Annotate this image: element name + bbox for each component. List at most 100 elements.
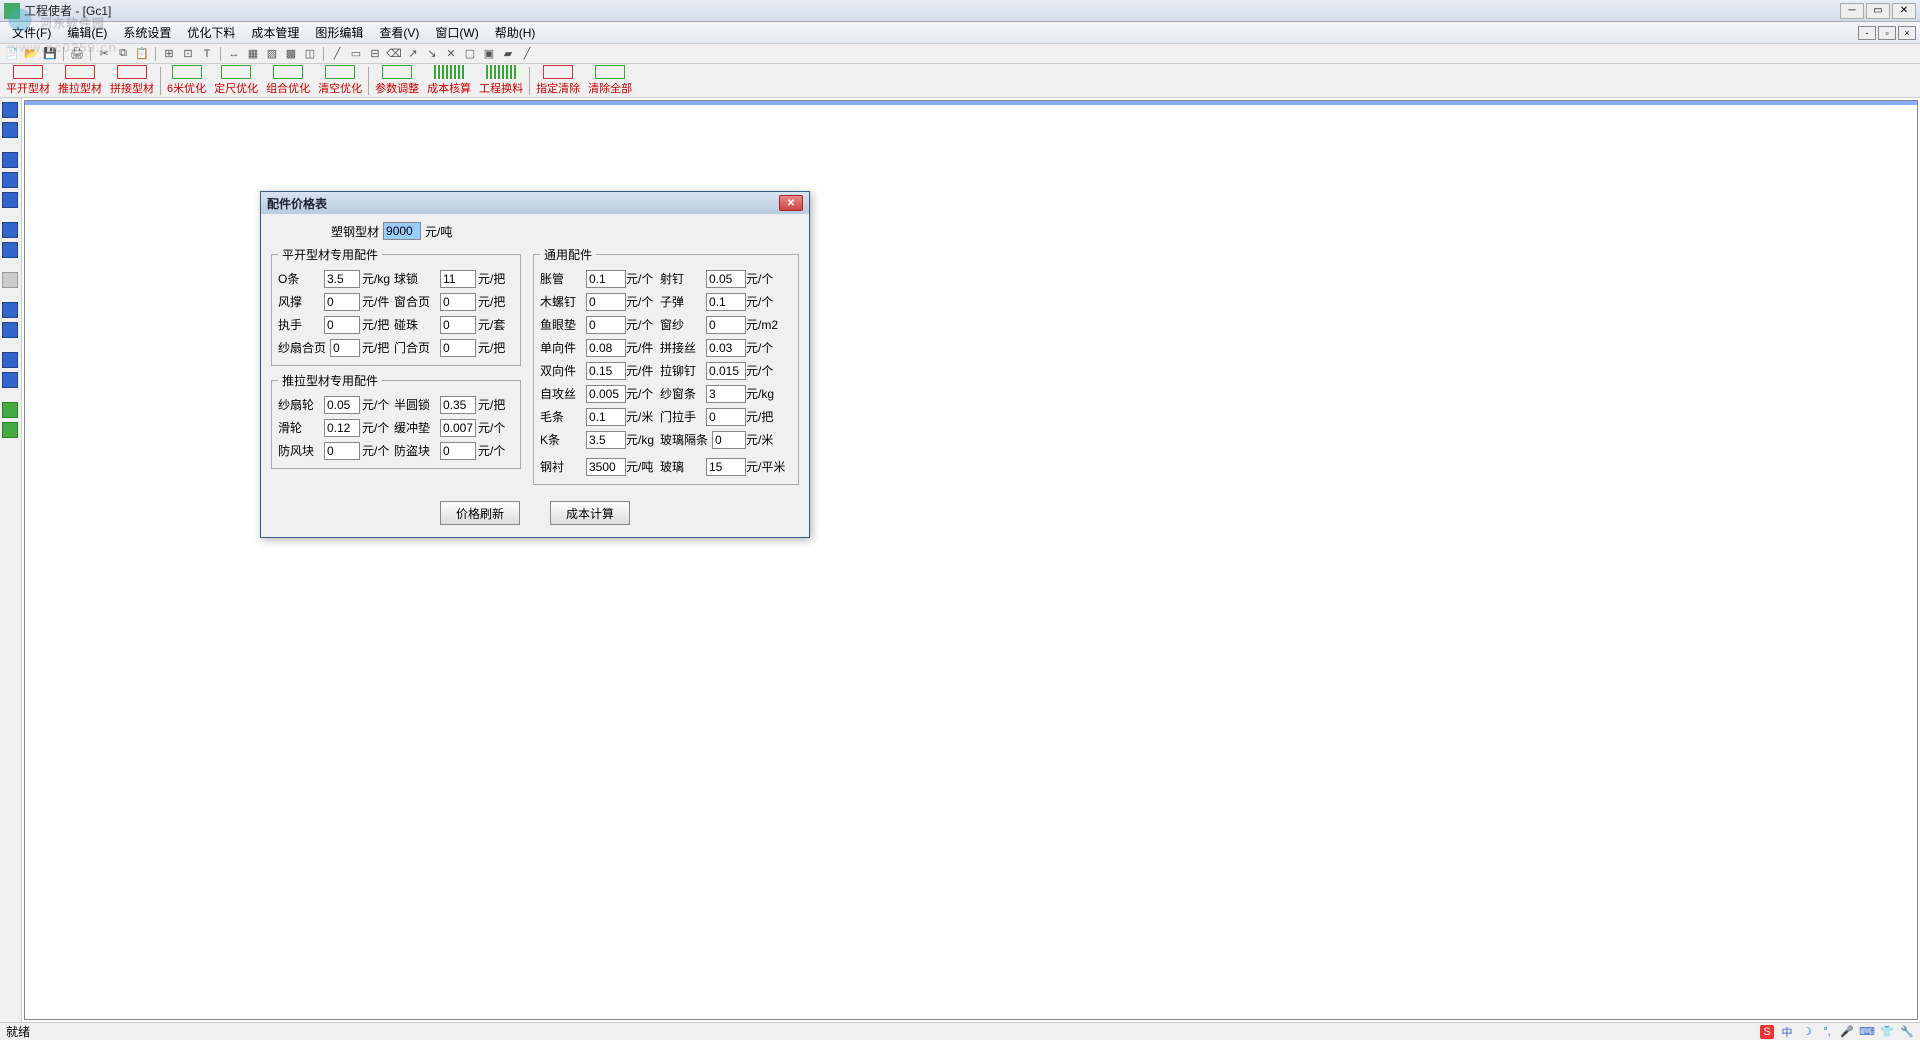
new-icon[interactable]: 📄 bbox=[4, 46, 20, 62]
buffer-input[interactable] bbox=[440, 419, 476, 437]
minimize-button[interactable]: ─ bbox=[1840, 3, 1864, 19]
maximize-button[interactable]: ▭ bbox=[1866, 3, 1890, 19]
tool-icon[interactable]: ⊟ bbox=[367, 46, 383, 62]
screen-wheel-input[interactable] bbox=[324, 396, 360, 414]
paste-icon[interactable]: 📋 bbox=[134, 46, 150, 62]
side-tool-10[interactable] bbox=[2, 322, 18, 338]
side-tool-14[interactable] bbox=[2, 422, 18, 438]
mdi-restore[interactable]: ▫ bbox=[1878, 26, 1896, 40]
tool-icon[interactable]: ▰ bbox=[500, 46, 516, 62]
door-pull-input[interactable] bbox=[706, 408, 746, 426]
door-hinge-input[interactable] bbox=[440, 339, 476, 357]
screen-strip-input[interactable] bbox=[706, 385, 746, 403]
tray-tool-icon[interactable]: 🔧 bbox=[1900, 1025, 1914, 1039]
splice-input[interactable] bbox=[706, 339, 746, 357]
ribbon-6m[interactable]: 6米优化 bbox=[163, 63, 210, 98]
glass-input[interactable] bbox=[706, 458, 746, 476]
wool-input[interactable] bbox=[586, 408, 626, 426]
side-tool-13[interactable] bbox=[2, 402, 18, 418]
menu-settings[interactable]: 系统设置 bbox=[115, 22, 179, 43]
bullet-input[interactable] bbox=[706, 293, 746, 311]
grid-icon[interactable]: ▦ bbox=[245, 46, 261, 62]
dialog-close-button[interactable]: ✕ bbox=[779, 195, 803, 211]
tool-icon[interactable]: T bbox=[199, 46, 215, 62]
window-hinge-input[interactable] bbox=[440, 293, 476, 311]
side-tool-8[interactable] bbox=[2, 272, 18, 288]
tool-icon[interactable]: ↘ bbox=[424, 46, 440, 62]
close-button[interactable]: ✕ bbox=[1892, 3, 1916, 19]
side-tool-11[interactable] bbox=[2, 352, 18, 368]
copy-icon[interactable]: ⧉ bbox=[115, 46, 131, 62]
calc-cost-button[interactable]: 成本计算 bbox=[550, 501, 630, 525]
dim-icon[interactable]: ↔ bbox=[226, 46, 242, 62]
wood-screw-input[interactable] bbox=[586, 293, 626, 311]
tool-icon[interactable]: ◫ bbox=[302, 46, 318, 62]
tray-keyboard-icon[interactable]: ⌨ bbox=[1860, 1025, 1874, 1039]
ribbon-tuila[interactable]: 推拉型材 bbox=[54, 63, 106, 98]
menu-window[interactable]: 窗口(W) bbox=[427, 22, 486, 43]
rect-icon[interactable]: ▭ bbox=[348, 46, 364, 62]
screen-input[interactable] bbox=[706, 316, 746, 334]
fisheye-input[interactable] bbox=[586, 316, 626, 334]
line-icon[interactable]: ╱ bbox=[329, 46, 345, 62]
side-tool-1[interactable] bbox=[2, 102, 18, 118]
ribbon-pingkai[interactable]: 平开型材 bbox=[2, 63, 54, 98]
tool-icon[interactable]: ▣ bbox=[481, 46, 497, 62]
ribbon-clear-opt[interactable]: 清空优化 bbox=[314, 63, 366, 98]
refresh-price-button[interactable]: 价格刷新 bbox=[440, 501, 520, 525]
ribbon-params[interactable]: 参数调整 bbox=[371, 63, 423, 98]
side-tool-4[interactable] bbox=[2, 172, 18, 188]
ime-icon[interactable]: S bbox=[1760, 1025, 1774, 1039]
tool-icon[interactable]: ⊡ bbox=[180, 46, 196, 62]
side-tool-3[interactable] bbox=[2, 152, 18, 168]
tray-punct-icon[interactable]: °, bbox=[1820, 1025, 1834, 1039]
open-icon[interactable]: 📂 bbox=[23, 46, 39, 62]
screen-hinge-input[interactable] bbox=[330, 339, 360, 357]
side-tool-9[interactable] bbox=[2, 302, 18, 318]
half-lock-input[interactable] bbox=[440, 396, 476, 414]
menu-view[interactable]: 查看(V) bbox=[371, 22, 427, 43]
menu-cost[interactable]: 成本管理 bbox=[243, 22, 307, 43]
ribbon-zuhe[interactable]: 组合优化 bbox=[262, 63, 314, 98]
ribbon-del-sel[interactable]: 指定清除 bbox=[532, 63, 584, 98]
grid-icon[interactable]: ▩ bbox=[283, 46, 299, 62]
menu-graphics[interactable]: 图形编辑 bbox=[307, 22, 371, 43]
o-strip-input[interactable] bbox=[324, 270, 360, 288]
steel-liner-input[interactable] bbox=[586, 458, 626, 476]
windblock-input[interactable] bbox=[324, 442, 360, 460]
ribbon-del-all[interactable]: 清除全部 bbox=[584, 63, 636, 98]
canvas-area[interactable]: 配件价格表 ✕ 塑钢型材 元/吨 平开型材专用配件 O条元/kg 球 bbox=[24, 100, 1918, 1020]
save-icon[interactable]: 💾 bbox=[42, 46, 58, 62]
glass-sep-input[interactable] bbox=[712, 431, 746, 449]
side-tool-6[interactable] bbox=[2, 222, 18, 238]
menu-optimize[interactable]: 优化下料 bbox=[179, 22, 243, 43]
handle-input[interactable] bbox=[324, 316, 360, 334]
grid-icon[interactable]: ▨ bbox=[264, 46, 280, 62]
ball-lock-input[interactable] bbox=[440, 270, 476, 288]
ribbon-cost[interactable]: 成本核算 bbox=[423, 63, 475, 98]
mdi-minimize[interactable]: - bbox=[1858, 26, 1876, 40]
dialog-titlebar[interactable]: 配件价格表 ✕ bbox=[261, 192, 809, 214]
expand-tube-input[interactable] bbox=[586, 270, 626, 288]
catch-input[interactable] bbox=[440, 316, 476, 334]
menu-edit[interactable]: 编辑(E) bbox=[59, 22, 115, 43]
ribbon-swap[interactable]: 工程换料 bbox=[475, 63, 527, 98]
menu-file[interactable]: 文件(F) bbox=[4, 22, 59, 43]
steel-price-input[interactable] bbox=[383, 222, 421, 240]
theftblock-input[interactable] bbox=[440, 442, 476, 460]
tool-icon[interactable]: ↗ bbox=[405, 46, 421, 62]
tool-icon[interactable]: ╱ bbox=[519, 46, 535, 62]
side-tool-12[interactable] bbox=[2, 372, 18, 388]
side-tool-5[interactable] bbox=[2, 192, 18, 208]
wind-brace-input[interactable] bbox=[324, 293, 360, 311]
tray-mic-icon[interactable]: 🎤 bbox=[1840, 1025, 1854, 1039]
ribbon-pinjie[interactable]: 拼接型材 bbox=[106, 63, 158, 98]
ime-cn-icon[interactable]: 中 bbox=[1780, 1025, 1794, 1039]
tray-moon-icon[interactable]: ☽ bbox=[1800, 1025, 1814, 1039]
ribbon-dingchi[interactable]: 定尺优化 bbox=[210, 63, 262, 98]
single-input[interactable] bbox=[586, 339, 626, 357]
k-strip-input[interactable] bbox=[586, 431, 626, 449]
double-input[interactable] bbox=[586, 362, 626, 380]
tool-icon[interactable]: ✕ bbox=[443, 46, 459, 62]
tray-shirt-icon[interactable]: 👕 bbox=[1880, 1025, 1894, 1039]
